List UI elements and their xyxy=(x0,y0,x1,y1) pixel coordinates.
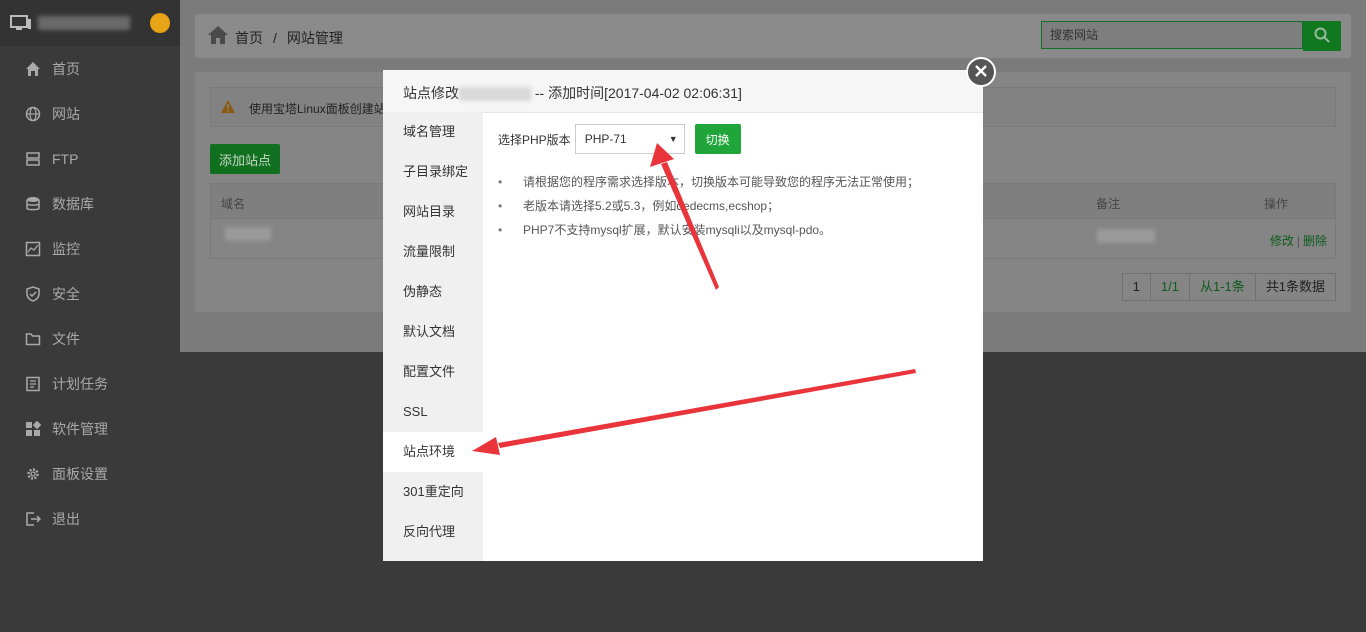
column-header-note: 备注 xyxy=(1096,197,1121,211)
sidebar-item-label: 软件管理 xyxy=(52,420,108,437)
sidebar-item-label: 计划任务 xyxy=(52,375,108,392)
page-range: 从1-1条 xyxy=(1188,273,1256,301)
php-version-label: 选择PHP版本 xyxy=(498,132,571,147)
switch-button[interactable]: 切换 xyxy=(694,124,741,154)
search-icon xyxy=(1314,27,1330,46)
modal-tabs: 域名管理 子目录绑定 网站目录 流量限制 伪静态 默认文档 配置文件 SSL 站… xyxy=(383,112,483,561)
warning-icon xyxy=(221,100,235,116)
home-icon[interactable] xyxy=(207,25,229,48)
sidebar-item-monitor[interactable]: 监控 xyxy=(0,226,180,271)
php-version-value: PHP-71 xyxy=(584,132,627,146)
sidebar-item-label: 面板设置 xyxy=(52,465,108,482)
note-item: 老版本请选择5.2或5.3，例如dedecms,ecshop； xyxy=(498,194,919,218)
sidebar-item-website[interactable]: 网站 xyxy=(0,91,180,136)
row-actions: 修改 | 删除 xyxy=(1270,232,1327,249)
note-item: PHP7不支持mysql扩展，默认安装mysqli以及mysql-pdo。 xyxy=(498,218,919,242)
shield-icon xyxy=(25,285,41,302)
sidebar-item-label: 安全 xyxy=(52,285,80,302)
php-version-row: 选择PHP版本 PHP-71 ▼ 切换 xyxy=(498,124,741,154)
sidebar-item-label: 网站 xyxy=(52,105,80,122)
tab-site-environment[interactable]: 站点环境 xyxy=(383,432,483,472)
sidebar-item-tasks[interactable]: 计划任务 xyxy=(0,361,180,406)
folder-icon xyxy=(25,331,41,347)
note-cell-blurred xyxy=(1097,229,1155,243)
domain-cell-blurred[interactable] xyxy=(225,227,271,241)
column-header-action: 操作 xyxy=(1264,197,1289,211)
modal-title-prefix: 站点修改 xyxy=(403,85,459,101)
site-edit-modal: 站点修改 -- 添加时间[2017-04-02 02:06:31] 域名管理 子… xyxy=(383,57,996,561)
gear-icon xyxy=(25,466,41,482)
site-search xyxy=(1041,21,1341,51)
php-notes: 请根据您的程序需求选择版本，切换版本可能导致您的程序无法正常使用； 老版本请选择… xyxy=(498,170,919,242)
delete-link[interactable]: 删除 xyxy=(1303,234,1327,248)
page-total: 共1条数据 xyxy=(1254,273,1336,301)
action-separator: | xyxy=(1296,234,1300,248)
tab-subdirectory-binding[interactable]: 子目录绑定 xyxy=(383,152,483,192)
sidebar-item-ftp[interactable]: FTP xyxy=(0,136,180,181)
close-button[interactable] xyxy=(966,57,996,87)
sidebar-item-label: 文件 xyxy=(52,330,80,347)
modal-title: 站点修改 -- 添加时间[2017-04-02 02:06:31] xyxy=(403,83,742,103)
sidebar-item-label: 首页 xyxy=(52,60,80,77)
sidebar-menu: 首页 网站 FTP 数据库 监控 安全 文件 计划任务 软件管理 面板设置 退出 xyxy=(0,46,180,541)
tab-site-directory[interactable]: 网站目录 xyxy=(383,192,483,232)
sidebar-item-logout[interactable]: 退出 xyxy=(0,496,180,541)
tab-ssl[interactable]: SSL xyxy=(383,392,483,432)
edit-link[interactable]: 修改 xyxy=(1270,234,1294,248)
breadcrumb: 首页 / 网站管理 xyxy=(235,28,343,48)
note-item: 请根据您的程序需求选择版本，切换版本可能导致您的程序无法正常使用； xyxy=(498,170,919,194)
monitor-icon xyxy=(10,15,32,31)
sidebar-item-label: 数据库 xyxy=(52,195,94,212)
task-list-icon xyxy=(25,376,41,392)
tab-traffic-limit[interactable]: 流量限制 xyxy=(383,232,483,272)
modal-title-suffix: -- 添加时间[2017-04-02 02:06:31] xyxy=(534,85,742,101)
breadcrumb-home[interactable]: 首页 xyxy=(235,30,263,46)
site-environment-panel: 选择PHP版本 PHP-71 ▼ 切换 请根据您的程序需求选择版本，切换版本可能… xyxy=(483,112,983,561)
alert-text: 使用宝塔Linux面板创建站 xyxy=(249,102,386,116)
database-icon xyxy=(25,196,41,212)
sidebar: 首页 网站 FTP 数据库 监控 安全 文件 计划任务 软件管理 面板设置 退出 xyxy=(0,0,180,632)
sidebar-item-home[interactable]: 首页 xyxy=(0,46,180,91)
monitor-chart-icon xyxy=(25,241,41,257)
php-version-select[interactable]: PHP-71 ▼ xyxy=(574,124,685,154)
tab-default-document[interactable]: 默认文档 xyxy=(383,312,483,352)
logo-text-blurred xyxy=(38,16,130,30)
chevron-down-icon: ▼ xyxy=(668,134,678,144)
breadcrumb-current: 网站管理 xyxy=(286,30,343,46)
server-icon xyxy=(25,151,41,167)
modal-header: 站点修改 -- 添加时间[2017-04-02 02:06:31] xyxy=(383,57,996,113)
tab-config-file[interactable]: 配置文件 xyxy=(383,352,483,392)
sidebar-item-software[interactable]: 软件管理 xyxy=(0,406,180,451)
tab-domain-management[interactable]: 域名管理 xyxy=(383,112,483,152)
page-count: 1/1 xyxy=(1149,273,1190,301)
breadcrumb-separator: / xyxy=(273,30,277,46)
tab-301-redirect[interactable]: 301重定向 xyxy=(383,472,483,512)
sidebar-item-label: 监控 xyxy=(52,240,80,257)
sidebar-item-label: 退出 xyxy=(52,510,80,527)
sidebar-item-label: FTP xyxy=(52,150,79,167)
home-icon xyxy=(25,61,41,77)
avatar[interactable] xyxy=(150,13,170,33)
search-input[interactable] xyxy=(1041,21,1303,49)
add-site-button[interactable]: 添加站点 xyxy=(210,144,280,174)
globe-icon xyxy=(25,106,41,122)
pagination: 1 1/1 从1-1条 共1条数据 xyxy=(1121,273,1336,301)
site-name-blurred xyxy=(459,87,531,102)
logo-bar xyxy=(0,0,180,46)
sidebar-item-security[interactable]: 安全 xyxy=(0,271,180,316)
logout-icon xyxy=(25,511,41,527)
tab-reverse-proxy[interactable]: 反向代理 xyxy=(383,512,483,552)
tab-rewrite[interactable]: 伪静态 xyxy=(383,272,483,312)
sidebar-item-settings[interactable]: 面板设置 xyxy=(0,451,180,496)
close-icon xyxy=(975,64,987,80)
search-button[interactable] xyxy=(1303,21,1341,51)
page-number[interactable]: 1 xyxy=(1121,273,1151,301)
column-header-domain[interactable]: 域名 xyxy=(221,195,245,212)
apps-icon xyxy=(25,420,41,437)
topbar: 首页 / 网站管理 xyxy=(195,14,1351,58)
sidebar-item-files[interactable]: 文件 xyxy=(0,316,180,361)
sidebar-item-database[interactable]: 数据库 xyxy=(0,181,180,226)
